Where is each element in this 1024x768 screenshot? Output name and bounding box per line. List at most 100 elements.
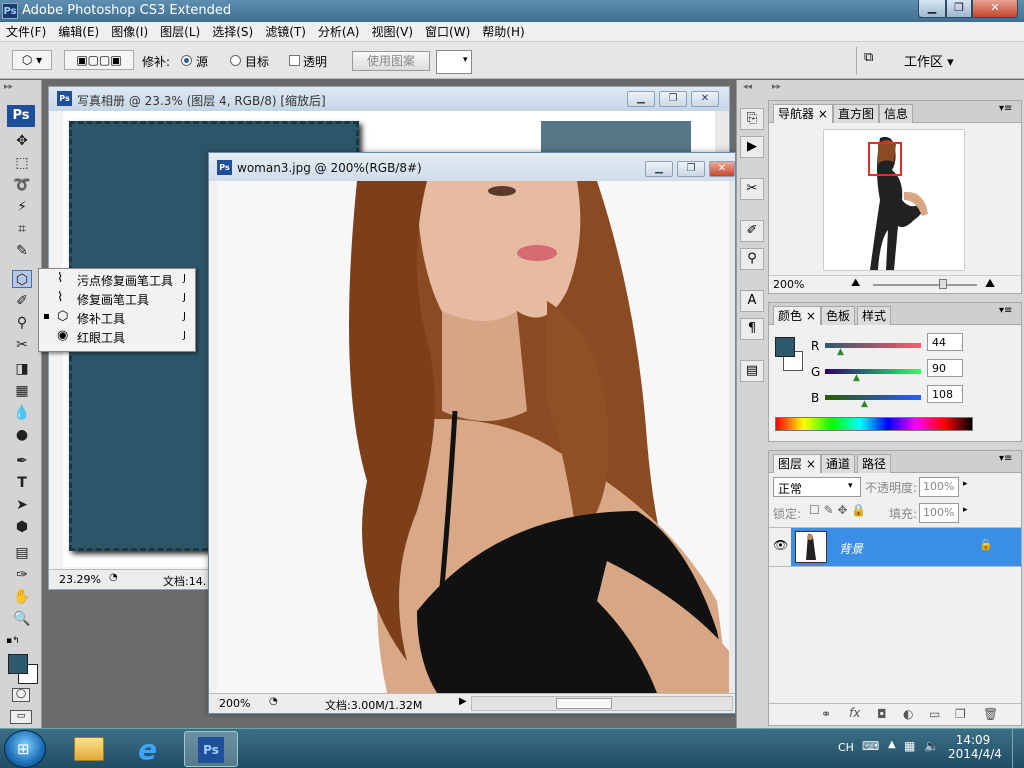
g-slider-thumb[interactable]: ▲ (853, 373, 860, 383)
r-value-input[interactable]: 44 (927, 333, 963, 351)
zoom-readout[interactable]: 200% (219, 697, 250, 710)
destination-radio[interactable] (230, 55, 241, 66)
navigator-view-box[interactable] (868, 142, 902, 176)
slice-tool-icon[interactable]: ✎ (12, 242, 32, 260)
brush-tool-icon[interactable]: ✐ (12, 292, 32, 310)
menu-filter[interactable]: 滤镜(T) (259, 23, 312, 41)
b-slider[interactable] (825, 395, 921, 400)
zoom-slider-thumb[interactable] (939, 279, 947, 289)
panel-menu-icon[interactable]: ▾≡ (999, 453, 1012, 464)
source-radio[interactable] (181, 55, 192, 66)
bridge-icon[interactable]: ⧉ (864, 50, 890, 72)
status-menu-icon[interactable]: ◔ (269, 696, 278, 707)
new-group-icon[interactable]: ▭ (929, 707, 940, 721)
type-tool-icon[interactable]: T (12, 474, 32, 492)
move-tool-icon[interactable]: ✥ (12, 132, 32, 150)
fx-icon[interactable]: fx (849, 706, 860, 720)
doc-maximize-button[interactable]: ❐ (677, 161, 705, 177)
blend-mode-select[interactable]: 正常 ▾ (773, 477, 861, 497)
menu-file[interactable]: 文件(F) (0, 23, 52, 41)
spot-healing-brush-item[interactable]: ⌇ 污点修复画笔工具 J (39, 270, 195, 289)
zoom-out-icon[interactable]: ⛰ (851, 276, 860, 290)
zoom-tool-icon[interactable]: 🔍 (12, 610, 32, 628)
menu-select[interactable]: 选择(S) (206, 23, 259, 41)
keyboard-icon[interactable]: ⌨ (862, 739, 879, 753)
photoshop-taskbar-button[interactable]: Ps (184, 731, 238, 767)
doc-minimize-button[interactable]: ▁ (627, 91, 655, 107)
hand-tool-icon[interactable]: ✋ (12, 588, 32, 606)
history-brush-icon[interactable]: ✂ (12, 336, 32, 354)
minimize-button[interactable]: ▁ (918, 0, 946, 18)
patch-tool-item[interactable]: ⬡ 修补工具 J (39, 308, 195, 327)
doc-close-button[interactable]: ✕ (691, 91, 719, 107)
layer-comps-icon[interactable]: ▤ (740, 360, 764, 382)
new-layer-icon[interactable]: ❐ (955, 707, 966, 721)
dodge-tool-icon[interactable]: ● (12, 426, 32, 444)
document-titlebar[interactable]: Ps 写真相册 @ 23.3% (图层 4, RGB/8) [缩放后] ▁ ❐ … (49, 87, 729, 111)
menu-layer[interactable]: 图层(L) (154, 23, 206, 41)
default-colors-icon[interactable]: ▪↰ (6, 636, 20, 646)
status-arrow-icon[interactable]: ▶ (459, 696, 467, 707)
zoom-in-icon[interactable]: ⛰ (985, 276, 995, 291)
eyedropper-icon[interactable]: ✑ (12, 566, 32, 584)
pattern-picker[interactable]: ▾ (436, 50, 472, 74)
actions-panel-icon[interactable]: ▶ (740, 136, 764, 158)
stamp-tool-icon[interactable]: ⚲ (12, 314, 32, 332)
foreground-color-swatch[interactable] (8, 654, 28, 674)
lock-icons[interactable]: ☐ ✎ ✥ 🔒 (809, 503, 866, 517)
start-button[interactable]: ⊞ (4, 730, 46, 768)
b-value-input[interactable]: 108 (927, 385, 963, 403)
menu-window[interactable]: 窗口(W) (419, 23, 476, 41)
layer-row[interactable]: 👁 背景 🔒 (769, 527, 1021, 567)
tab-histogram[interactable]: 直方图 (833, 104, 880, 123)
lasso-tool-icon[interactable]: ➰ (12, 176, 32, 194)
tool-presets-icon[interactable]: ✂ (740, 178, 764, 200)
quick-mask-icon[interactable]: ◯ (12, 688, 30, 702)
navigator-zoom-readout[interactable]: 200% (773, 278, 804, 291)
document-titlebar[interactable]: Ps woman3.jpg @ 200%(RGB/8#) ▁ ❐ ✕ (209, 153, 735, 181)
menu-edit[interactable]: 编辑(E) (52, 23, 105, 41)
tab-swatches[interactable]: 色板 (821, 306, 856, 325)
g-slider[interactable] (825, 369, 921, 374)
panel-menu-icon[interactable]: ▾≡ (999, 305, 1012, 316)
trash-icon[interactable]: 🗑 (983, 707, 998, 721)
shape-tool-icon[interactable]: ⬢ (12, 518, 32, 536)
show-desktop-button[interactable] (1012, 729, 1024, 768)
tab-styles[interactable]: 样式 (857, 306, 892, 325)
notes-tool-icon[interactable]: ▤ (12, 544, 32, 562)
patch-tool-icon[interactable]: ⬡ (12, 270, 32, 288)
status-menu-icon[interactable]: ◔ (109, 572, 118, 583)
zoom-slider[interactable] (873, 279, 977, 289)
tab-channels[interactable]: 通道 (821, 454, 856, 473)
menu-image[interactable]: 图像(I) (105, 23, 154, 41)
tray-clock[interactable]: 14:09 2014/4/4 (948, 733, 1002, 761)
horizontal-scrollbar[interactable] (471, 696, 733, 711)
eraser-tool-icon[interactable]: ◨ (12, 360, 32, 378)
menu-analysis[interactable]: 分析(A) (312, 23, 366, 41)
image-canvas[interactable] (217, 181, 729, 693)
paragraph-panel-icon[interactable]: ¶ (740, 318, 764, 340)
blur-tool-icon[interactable]: 💧 (12, 404, 32, 422)
tab-info[interactable]: 信息 (879, 104, 914, 123)
network-icon[interactable]: ▦ (904, 739, 915, 753)
add-mask-icon[interactable]: ◘ (877, 707, 887, 721)
zoom-readout[interactable]: 23.29% (59, 573, 101, 586)
tab-paths[interactable]: 路径 (857, 454, 892, 473)
magic-wand-icon[interactable]: ⚡ (12, 198, 32, 216)
tab-layers[interactable]: 图层 × (773, 454, 821, 473)
gradient-tool-icon[interactable]: ▦ (12, 382, 32, 400)
doc-minimize-button[interactable]: ▁ (645, 161, 673, 177)
marquee-tool-icon[interactable]: ⬚ (12, 154, 32, 172)
use-pattern-button[interactable]: 使用图案 (352, 51, 430, 71)
r-slider-thumb[interactable]: ▲ (837, 347, 844, 357)
red-eye-tool-item[interactable]: ◉ 红眼工具 J (39, 327, 195, 346)
panel-menu-icon[interactable]: ▾≡ (999, 103, 1012, 114)
vertical-scrollbar[interactable] (729, 181, 735, 693)
color-spectrum-bar[interactable] (775, 417, 973, 431)
brushes-panel-icon[interactable]: ✐ (740, 220, 764, 242)
panel-collapse-icon[interactable]: ▸▸ (4, 82, 13, 92)
character-panel-icon[interactable]: A (740, 290, 764, 312)
foreground-color-swatch[interactable] (775, 337, 795, 357)
navigator-thumbnail[interactable] (823, 129, 965, 271)
selection-mode-icons[interactable]: ▣▢▢▣ (64, 50, 134, 70)
